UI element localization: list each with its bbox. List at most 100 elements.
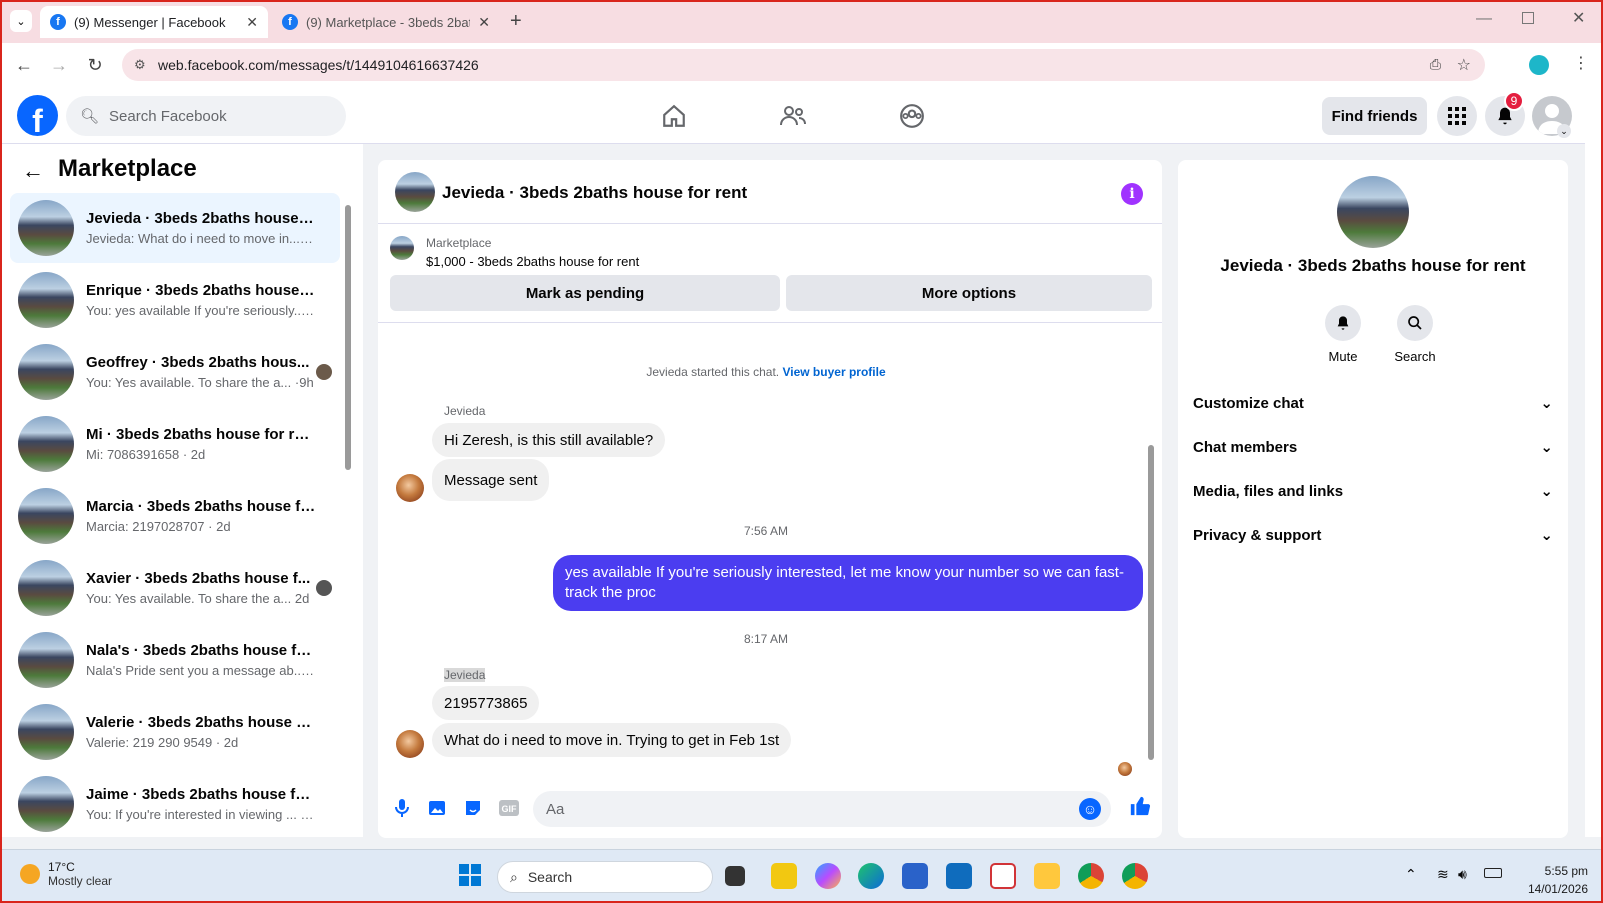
conversation-item[interactable]: Enrique · 3beds 2baths house fo... You: y… [10,265,340,335]
customize-chat-section[interactable]: Customize chat ⌄ [1193,383,1553,423]
gif-icon[interactable]: GIF [498,797,520,819]
conversation-item[interactable]: Marcia · 3beds 2baths house for... Marcia… [10,481,340,551]
conversation-item[interactable]: Jaime · 3beds 2baths house for r... You: … [10,769,340,839]
conversation-item[interactable]: Mi · 3beds 2baths house for rent Mi: 7086… [10,409,340,479]
chat-title[interactable]: Jevieda · 3beds 2baths house for rent [442,183,747,203]
listing-thumbnail [18,416,74,472]
marketplace-label: Marketplace [426,236,492,250]
sidebar-scrollbar-thumb[interactable] [345,205,351,470]
minimize-icon[interactable]: — [1476,10,1492,28]
chrome-icon[interactable] [1078,863,1104,889]
message-bubble[interactable]: What do i need to move in. Trying to get… [432,723,792,757]
profile-avatar[interactable] [1529,55,1549,75]
friends-icon[interactable] [777,100,809,132]
thumbs-up-icon[interactable] [1129,795,1151,817]
groups-icon[interactable] [896,100,928,132]
bookmark-star-icon[interactable]: ☆ [1457,55,1471,75]
copilot-icon[interactable] [815,863,841,889]
restore-icon[interactable] [1522,12,1534,24]
page-scrollbar[interactable] [1585,88,1603,837]
bell-icon [1325,305,1361,341]
timestamp: 7:56 AM [743,524,789,538]
message-bubble[interactable]: 2195773865 [432,686,540,720]
back-arrow-icon[interactable]: ← [22,158,44,184]
tab-marketplace[interactable]: f (9) Marketplace - 3beds 2baths ✕ [272,6,500,38]
sender-avatar[interactable] [396,730,424,758]
home-icon[interactable] [658,100,690,132]
chat-members-section[interactable]: Chat members ⌄ [1193,427,1553,467]
chevron-down-icon: ⌄ [1540,395,1553,412]
listing-thumbnail [18,200,74,256]
listing-thumbnail [390,236,414,260]
privacy-support-section[interactable]: Privacy & support ⌄ [1193,515,1553,555]
back-icon[interactable]: ← [11,52,37,78]
chrome-profile-icon[interactable] [1122,863,1148,889]
close-tab-icon[interactable]: ✕ [246,14,258,31]
new-tab-button[interactable]: + [510,10,522,33]
view-buyer-profile-link[interactable]: View buyer profile [782,365,885,379]
listing-price-title[interactable]: $1,000 - 3beds 2baths house for rent [426,254,639,269]
facebook-search-input[interactable]: 🔍︎ Search Facebook [66,96,346,136]
site-info-icon[interactable]: ⚙ [134,57,146,73]
search-icon [1397,305,1433,341]
windows-taskbar [0,849,1603,903]
chat-avatar[interactable] [395,172,435,212]
chevron-down-icon: ⌄ [1540,439,1553,456]
account-chevron-down-icon[interactable]: ⌄ [1557,124,1571,138]
search-in-chat-button[interactable]: Search [1385,305,1445,364]
forward-icon[interactable]: → [46,52,72,78]
mute-button[interactable]: Mute [1313,305,1373,364]
listing-thumbnail [18,632,74,688]
volume-icon[interactable]: 🔊︎ [1458,866,1467,883]
taskbar-clock[interactable]: 5:55 pm 14/01/2026 [1508,862,1588,898]
edge-icon[interactable] [858,863,884,889]
emoji-icon[interactable]: ☺ [1079,798,1101,820]
conversation-item[interactable]: Geoffrey · 3beds 2baths hous... You: Yes … [10,337,340,407]
conversation-item[interactable]: Jevieda · 3beds 2baths house fo... Jevied… [10,193,340,263]
browser-menu-icon[interactable]: ⋮ [1573,53,1589,73]
tab-messenger[interactable]: f (9) Messenger | Facebook ✕ [40,6,268,38]
wifi-icon[interactable]: ≋ [1437,866,1449,883]
sender-name: Jevieda [444,404,486,418]
info-icon[interactable]: i [1121,183,1143,205]
reload-icon[interactable]: ↻ [82,52,108,78]
task-view-icon[interactable] [725,866,745,886]
weather-widget[interactable]: 17°C Mostly clear [20,860,112,888]
conversation-item[interactable]: Nala's · 3beds 2baths house for ... Nala'… [10,625,340,695]
photo-icon[interactable] [426,797,448,819]
search-icon: 🔍︎ [80,108,100,125]
mark-as-pending-button[interactable]: Mark as pending [390,275,780,311]
install-app-icon[interactable]: ⎙ [1430,56,1441,73]
message-input[interactable]: Aa ☺ [533,791,1111,827]
sticker-icon[interactable] [462,797,484,819]
sender-avatar[interactable] [396,474,424,502]
snipping-tool-icon[interactable] [990,863,1016,889]
system-tray-chevron-icon[interactable]: ⌃ [1405,866,1417,883]
find-friends-button[interactable]: Find friends [1322,97,1427,135]
start-windows-icon[interactable] [459,864,481,886]
chat-scrollbar-thumb[interactable] [1148,445,1154,760]
more-options-button[interactable]: More options [786,275,1152,311]
url-bar[interactable]: ⚙ web.facebook.com/messages/t/1449104616… [122,49,1485,81]
chat-info-avatar[interactable] [1337,176,1409,248]
battery-icon[interactable] [1484,868,1502,878]
search-icon: ⌕ [510,868,518,885]
message-bubble[interactable]: Hi Zeresh, is this still available? [432,423,666,457]
tab-search-button[interactable]: ⌄ [10,10,32,32]
taskbar-search-input[interactable]: ⌕ Search [497,861,713,893]
message-bubble[interactable]: Message sent [432,459,550,501]
facebook-favicon-icon: f [282,14,298,30]
store-icon[interactable] [902,863,928,889]
close-tab-icon[interactable]: ✕ [478,14,490,31]
file-explorer-icon[interactable] [1034,863,1060,889]
outlook-icon[interactable] [946,863,972,889]
conversation-item[interactable]: Valerie · 3beds 2baths house for... Valer… [10,697,340,767]
close-window-icon[interactable]: ✕ [1572,8,1585,28]
media-files-links-section[interactable]: Media, files and links ⌄ [1193,471,1553,511]
sticky-notes-icon[interactable] [771,863,797,889]
my-message-bubble[interactable]: yes available If you're seriously intere… [553,555,1143,611]
facebook-logo[interactable]: f [17,95,58,136]
menu-grid-icon[interactable] [1437,96,1477,136]
conversation-item[interactable]: Xavier · 3beds 2baths house f... You: Yes… [10,553,340,623]
microphone-icon[interactable] [391,797,413,819]
